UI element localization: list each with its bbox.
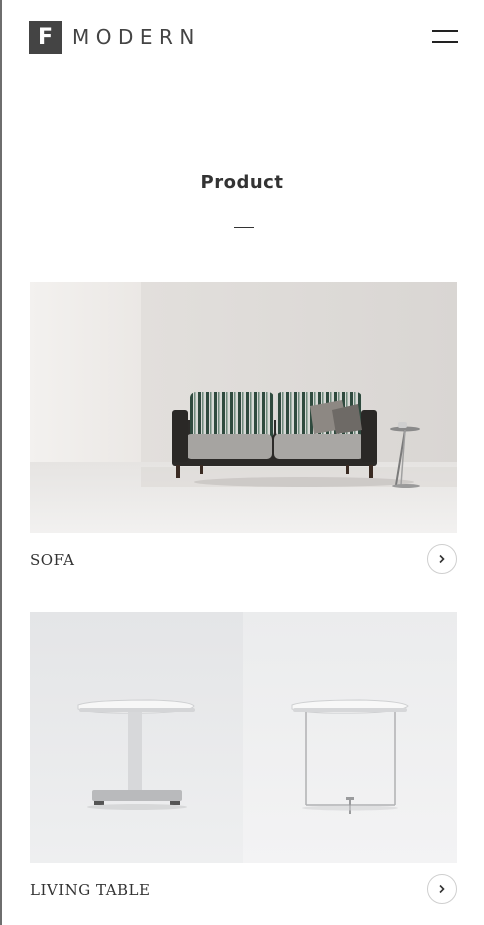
logo-wordmark: MODERN [72,25,201,49]
living-table-photo[interactable] [30,612,457,863]
menu-line [432,41,458,43]
sofa-photo[interactable] [30,282,457,533]
hamburger-icon[interactable] [432,28,458,46]
brand-logo[interactable]: F MODERN [29,20,201,54]
product-card-sofa: SOFA [30,282,457,574]
title-divider [234,227,254,228]
product-card-living-table: LIVING TABLE [30,612,457,904]
left-edge-rule [0,0,2,925]
menu-line [432,30,458,32]
product-label-sofa[interactable]: SOFA [30,551,75,569]
site-header: F MODERN [0,0,484,80]
page-title: Product [200,172,284,193]
logo-mark: F [29,20,62,54]
chevron-right-icon[interactable] [427,874,457,904]
product-label-living-table[interactable]: LIVING TABLE [30,881,150,899]
chevron-right-icon[interactable] [427,544,457,574]
